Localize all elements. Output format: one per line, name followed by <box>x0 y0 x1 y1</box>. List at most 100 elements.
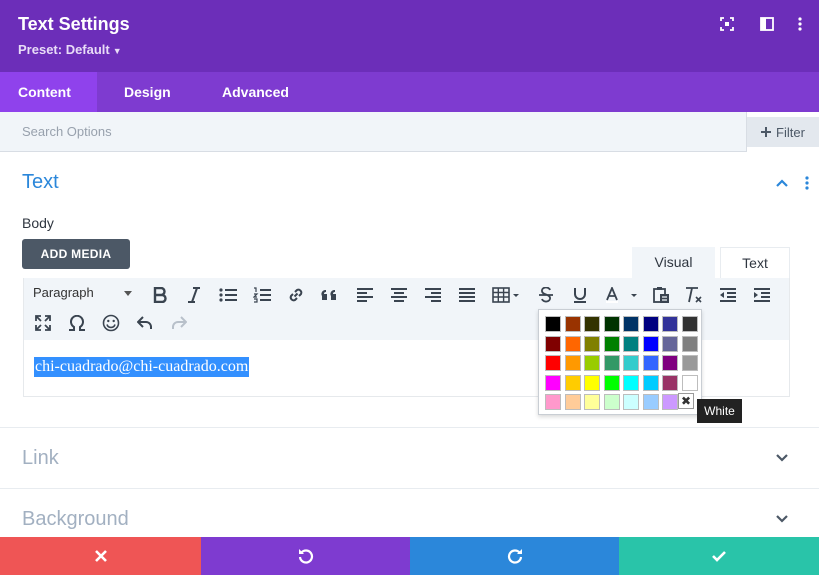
align-left-icon[interactable] <box>355 285 375 305</box>
bullet-list-icon[interactable] <box>218 285 238 305</box>
table-icon[interactable] <box>491 285 523 305</box>
color-swatch[interactable] <box>545 335 561 352</box>
more-vertical-icon[interactable] <box>791 15 809 33</box>
chevron-down-icon[interactable] <box>775 451 791 467</box>
color-swatch[interactable] <box>564 335 581 352</box>
text-color-icon[interactable] <box>602 285 642 305</box>
color-swatch[interactable] <box>545 394 561 410</box>
outdent-icon[interactable] <box>718 285 738 305</box>
tab-advanced[interactable]: Advanced <box>204 72 307 112</box>
editor-tab-visual[interactable]: Visual <box>632 247 715 278</box>
numbered-list-icon[interactable] <box>252 285 272 305</box>
special-character-icon[interactable] <box>67 313 87 333</box>
preset-selector[interactable]: Preset: Default ▼ <box>18 42 122 57</box>
remove-color-icon[interactable]: ✖ <box>678 393 694 409</box>
align-right-icon[interactable] <box>423 285 443 305</box>
save-button[interactable] <box>619 537 819 575</box>
link-icon[interactable] <box>286 285 306 305</box>
indent-icon[interactable] <box>752 285 772 305</box>
chevron-down-icon[interactable] <box>775 512 791 528</box>
tab-design[interactable]: Design <box>106 72 189 112</box>
close-icon <box>94 550 107 562</box>
discard-button[interactable] <box>0 537 201 575</box>
color-swatch[interactable] <box>584 355 600 371</box>
color-swatch[interactable] <box>623 316 639 332</box>
bold-icon[interactable] <box>150 285 170 305</box>
undo-button[interactable] <box>201 537 410 575</box>
color-swatch[interactable] <box>681 374 698 391</box>
color-swatch[interactable] <box>623 394 639 410</box>
color-swatch[interactable] <box>603 316 620 332</box>
editor-content[interactable]: chi-cuadrado@chi-cuadrado.com <box>34 357 250 377</box>
focus-icon[interactable] <box>718 15 736 33</box>
checkmark-icon <box>712 551 726 562</box>
color-swatch[interactable] <box>662 355 678 371</box>
color-swatch[interactable] <box>564 355 581 371</box>
redo-icon <box>169 313 189 333</box>
color-swatch[interactable] <box>642 335 659 352</box>
strikethrough-icon[interactable] <box>536 285 556 305</box>
search-input[interactable] <box>0 112 746 151</box>
align-center-icon[interactable] <box>389 285 409 305</box>
color-swatch[interactable] <box>545 355 561 371</box>
color-swatch[interactable] <box>662 335 678 352</box>
section-title-background[interactable]: Background <box>22 508 129 531</box>
color-swatch[interactable] <box>662 374 678 391</box>
section-divider <box>0 488 819 489</box>
color-swatch[interactable] <box>603 374 620 391</box>
tab-content[interactable]: Content <box>0 72 97 112</box>
emoticons-icon[interactable] <box>101 313 121 333</box>
color-swatch[interactable] <box>603 355 620 371</box>
undo-icon[interactable] <box>135 313 155 333</box>
color-swatch[interactable] <box>603 394 620 410</box>
color-swatch[interactable] <box>564 316 581 332</box>
color-swatch[interactable] <box>584 316 600 332</box>
color-swatch[interactable] <box>584 335 600 352</box>
filter-label: Filter <box>776 124 805 140</box>
color-swatch[interactable] <box>623 335 639 352</box>
blockquote-icon[interactable] <box>320 285 340 305</box>
align-justify-icon[interactable] <box>457 285 477 305</box>
redo-icon <box>507 549 522 564</box>
italic-icon[interactable] <box>184 285 204 305</box>
color-swatch[interactable] <box>623 374 639 391</box>
section-more-icon[interactable] <box>805 176 811 192</box>
caret-down-icon: ▼ <box>112 46 122 56</box>
clear-formatting-icon[interactable] <box>684 285 704 305</box>
color-swatch[interactable] <box>662 394 678 410</box>
color-swatch[interactable] <box>681 316 698 332</box>
redo-button[interactable] <box>410 537 619 575</box>
color-swatch[interactable] <box>623 355 639 371</box>
format-select-caret-icon[interactable] <box>124 291 132 296</box>
color-swatch[interactable] <box>681 355 698 371</box>
sidebar-layout-icon[interactable] <box>758 15 776 33</box>
section-title-text[interactable]: Text <box>22 171 59 194</box>
underline-icon[interactable] <box>570 285 590 305</box>
color-swatch[interactable] <box>564 374 581 391</box>
section-title-link[interactable]: Link <box>22 447 59 470</box>
filter-button[interactable]: Filter <box>747 117 819 147</box>
color-swatch[interactable] <box>564 394 581 410</box>
chevron-up-icon[interactable] <box>775 176 791 192</box>
body-field-label: Body <box>22 215 54 231</box>
color-swatch[interactable] <box>642 394 659 410</box>
color-swatch[interactable] <box>681 335 698 352</box>
color-swatch[interactable] <box>584 394 600 410</box>
format-select[interactable]: Paragraph <box>33 285 94 300</box>
color-swatch[interactable] <box>642 374 659 391</box>
editor-tab-text[interactable]: Text <box>720 247 790 278</box>
add-media-button[interactable]: ADD MEDIA <box>22 239 130 269</box>
color-tooltip: White <box>697 399 742 423</box>
color-swatch[interactable] <box>603 335 620 352</box>
color-swatch[interactable] <box>642 316 659 332</box>
undo-icon <box>298 549 313 564</box>
color-swatch[interactable] <box>545 374 561 391</box>
color-swatch[interactable] <box>662 316 678 332</box>
paste-as-text-icon[interactable] <box>651 285 671 305</box>
color-swatch[interactable] <box>545 316 561 332</box>
search-bar <box>0 112 747 152</box>
section-divider <box>0 427 819 428</box>
color-swatch[interactable] <box>642 355 659 371</box>
color-swatch[interactable] <box>584 374 600 391</box>
fullscreen-icon[interactable] <box>33 313 53 333</box>
